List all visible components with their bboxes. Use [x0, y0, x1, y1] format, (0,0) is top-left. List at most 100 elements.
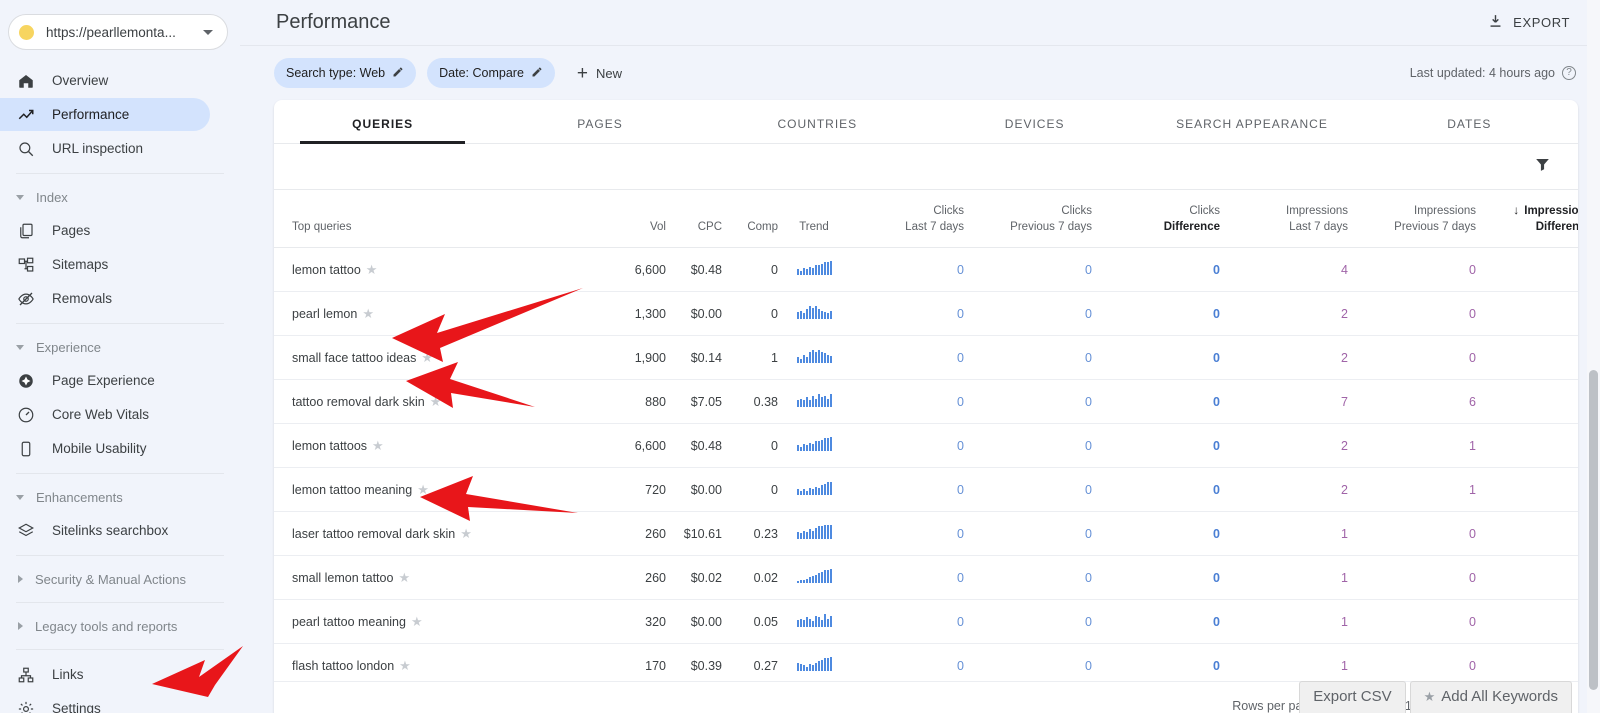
sidebar-item-settings[interactable]: Settings — [0, 692, 210, 713]
new-filter-button[interactable]: + New — [569, 62, 630, 85]
table-row[interactable]: small lemon tattoo★260$0.020.02000101 — [274, 555, 1578, 601]
star-outline-icon[interactable]: ★ — [417, 482, 429, 497]
star-outline-icon[interactable]: ★ — [399, 658, 411, 673]
cell-comp: 0.05 — [722, 599, 778, 645]
cell-query[interactable]: small face tattoo ideas ★ — [274, 335, 604, 381]
filter-icon[interactable] — [1533, 155, 1552, 179]
column-header-clicks-last[interactable]: Clicks Last 7 days — [850, 190, 978, 249]
star-outline-icon[interactable]: ★ — [460, 526, 472, 541]
tab-label: SEARCH APPEARANCE — [1176, 117, 1328, 131]
sidebar-group-security[interactable]: Security & Manual Actions — [0, 564, 240, 594]
clicks-prev-value: 0 — [1085, 658, 1092, 673]
sidebar-group-index[interactable]: Index — [0, 182, 240, 212]
star-outline-icon[interactable]: ★ — [372, 438, 384, 453]
column-header-query[interactable]: Top queries — [274, 190, 604, 249]
tab-dates[interactable]: DATES — [1361, 100, 1578, 143]
cell-impressions-prev: 1 — [1362, 423, 1490, 469]
impressions-prev-value: 0 — [1469, 262, 1476, 277]
chevron-down-icon — [16, 194, 24, 200]
column-header-impressions-diff[interactable]: ↓ImpressionsDifference — [1490, 190, 1578, 249]
cell-query[interactable]: tattoo removal dark skin ★ — [274, 379, 604, 425]
sidebar-group-legacy[interactable]: Legacy tools and reports — [0, 611, 240, 641]
sidebar-item-page-experience[interactable]: Page Experience — [0, 364, 210, 397]
column-header-cpc[interactable]: CPC — [666, 190, 722, 249]
cell-comp: 0 — [722, 247, 778, 293]
filter-chip-date[interactable]: Date: Compare — [427, 58, 555, 88]
pencil-icon[interactable] — [531, 66, 543, 81]
cell-query[interactable]: pearl tattoo meaning ★ — [274, 599, 604, 645]
cell-query[interactable]: lemon tattoo meaning ★ — [274, 467, 604, 513]
column-header-trend[interactable]: Trend — [778, 190, 850, 249]
tab-devices[interactable]: DEVICES — [926, 100, 1143, 143]
cell-query[interactable]: pearl lemon ★ — [274, 291, 604, 337]
filter-chip-search-type[interactable]: Search type: Web — [274, 58, 417, 88]
export-csv-button[interactable]: Export CSV — [1299, 681, 1406, 713]
clicks-prev-value: 0 — [1085, 570, 1092, 585]
table-row[interactable]: lemon tattoos★6,600$0.480000211 — [274, 423, 1578, 469]
sidebar-item-links[interactable]: Links — [0, 658, 210, 691]
cell-impressions-last: 4 — [1234, 247, 1362, 293]
sidebar-item-core-web-vitals[interactable]: Core Web Vitals — [0, 398, 210, 431]
tab-search-appearance[interactable]: SEARCH APPEARANCE — [1143, 100, 1360, 143]
clicks-last-value: 0 — [957, 570, 964, 585]
column-header-clicks-diff[interactable]: Clicks Difference — [1106, 190, 1234, 249]
sidebar-item-removals[interactable]: Removals — [0, 282, 210, 315]
impressions-last-value: 7 — [1341, 394, 1348, 409]
sidebar-item-pages[interactable]: Pages — [0, 214, 210, 247]
sidebar-group-enhancements[interactable]: Enhancements — [0, 482, 240, 512]
column-header-clicks-prev[interactable]: Clicks Previous 7 days — [978, 190, 1106, 249]
column-header-impressions-last[interactable]: Impressions Last 7 days — [1234, 190, 1362, 249]
mobile-icon — [16, 439, 36, 459]
star-outline-icon[interactable]: ★ — [398, 570, 410, 585]
cell-comp: 0.02 — [722, 555, 778, 601]
table-row[interactable]: small face tattoo ideas ★ 1,900 $0.14 1 0 0 0 2 0… — [274, 335, 1578, 381]
tab-pages[interactable]: PAGES — [491, 100, 708, 143]
star-outline-icon[interactable]: ★ — [430, 394, 442, 409]
star-outline-icon[interactable]: ★ — [366, 262, 378, 277]
cell-comp: 0.23 — [722, 511, 778, 557]
table-row[interactable]: pearl tattoo meaning★320$0.000.05000101 — [274, 599, 1578, 645]
tab-queries[interactable]: QUERIES — [274, 100, 491, 144]
cell-impressions-last: 2 — [1234, 467, 1362, 513]
sidebar-item-label: URL inspection — [52, 141, 144, 156]
export-button[interactable]: EXPORT — [1481, 7, 1576, 39]
sidebar-item-url-inspection[interactable]: URL inspection — [0, 132, 210, 165]
page-scrollbar[interactable] — [1587, 0, 1600, 713]
cell-clicks-diff: 0 — [1106, 423, 1234, 469]
table-row[interactable]: pearl lemon★1,300$0.000000202 — [274, 291, 1578, 337]
cell-clicks-prev: 0 — [978, 599, 1106, 645]
sidebar-item-sitemaps[interactable]: Sitemaps — [0, 248, 210, 281]
table-row[interactable]: tattoo removal dark skin ★ 880 $7.05 0.38 0 0 0… — [274, 379, 1578, 425]
star-outline-icon[interactable]: ★ — [362, 306, 374, 321]
sidebar-item-overview[interactable]: Overview — [0, 64, 210, 97]
site-selector[interactable]: https://pearllemonta... — [8, 14, 228, 50]
star-outline-icon[interactable]: ★ — [411, 614, 423, 629]
sidebar-group-experience[interactable]: Experience — [0, 332, 240, 362]
cell-query[interactable]: lemon tattoo ★ — [274, 247, 604, 293]
sidebar-item-mobile-usability[interactable]: Mobile Usability — [0, 432, 210, 465]
cell-impressions-last: 2 — [1234, 335, 1362, 381]
cell-impressions-diff: 1 — [1490, 599, 1578, 645]
column-header-comp[interactable]: Comp — [722, 190, 778, 249]
chevron-down-icon[interactable] — [203, 29, 213, 35]
cell-query[interactable]: small lemon tattoo ★ — [274, 555, 604, 601]
add-all-keywords-button[interactable]: ★ Add All Keywords — [1409, 681, 1572, 713]
table-row[interactable]: lemon tattoo meaning★720$0.000000211 — [274, 467, 1578, 513]
question-circle-icon[interactable]: ? — [1562, 66, 1576, 80]
table-row[interactable]: laser tattoo removal dark skin ★ 260 $10.61… — [274, 511, 1578, 557]
clicks-diff-value: 0 — [1213, 438, 1220, 453]
table-row[interactable]: lemon tattoo★6,600$0.480000404 — [274, 247, 1578, 293]
column-header-vol[interactable]: Vol — [604, 190, 666, 249]
cell-vol: 260 — [604, 555, 666, 601]
cell-trend — [778, 379, 850, 425]
star-outline-icon[interactable]: ★ — [421, 350, 433, 365]
sidebar-item-sitelinks-searchbox[interactable]: Sitelinks searchbox — [0, 514, 210, 547]
cell-query[interactable]: laser tattoo removal dark skin ★ — [274, 511, 604, 557]
new-filter-label: New — [596, 65, 623, 81]
column-header-impressions-prev[interactable]: Impressions Previous 7 days — [1362, 190, 1490, 249]
sidebar-item-performance[interactable]: Performance — [0, 98, 210, 131]
tab-countries[interactable]: COUNTRIES — [709, 100, 926, 143]
pencil-icon[interactable] — [392, 66, 404, 81]
cell-query[interactable]: lemon tattoos ★ — [274, 423, 604, 469]
scrollbar-thumb[interactable] — [1589, 370, 1598, 690]
